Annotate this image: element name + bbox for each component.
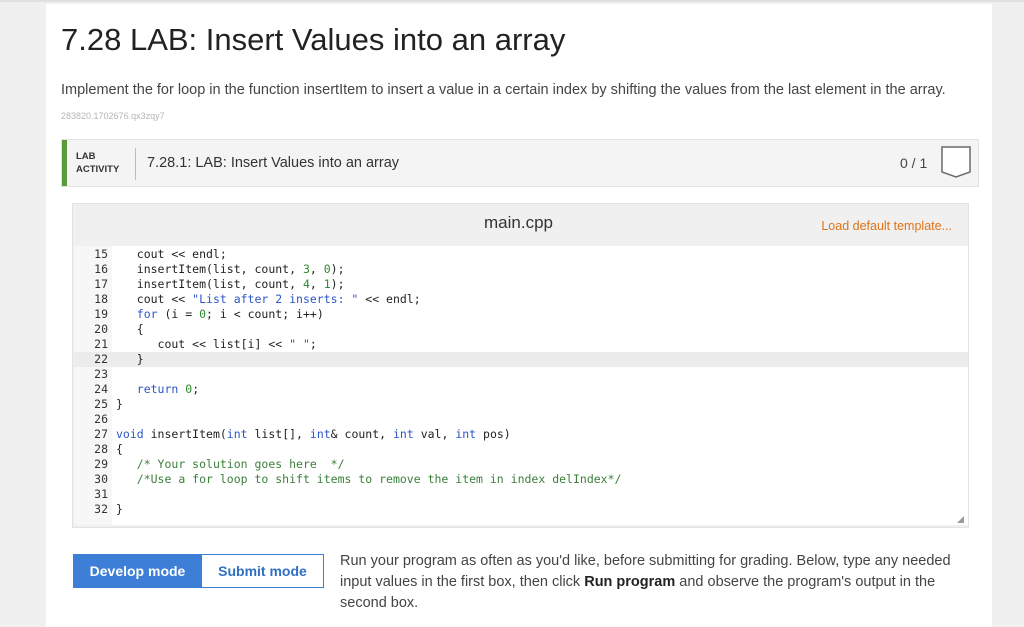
- line-number: 25: [94, 397, 108, 411]
- line-number: 32: [94, 502, 108, 516]
- lab-separator: [135, 148, 136, 180]
- code-text[interactable]: return 0;: [116, 382, 199, 397]
- lab-description: Implement the for loop in the function i…: [61, 82, 946, 98]
- line-number: 23: [94, 367, 108, 381]
- line-number: 28: [94, 442, 108, 456]
- line-number: 22: [94, 352, 108, 366]
- load-default-template-link[interactable]: Load default template...: [821, 219, 952, 233]
- code-line[interactable]: 18 cout << "List after 2 inserts: " << e…: [74, 292, 968, 307]
- code-line[interactable]: 23: [74, 367, 968, 382]
- code-line[interactable]: 20 {: [74, 322, 968, 337]
- line-number: 16: [94, 262, 108, 276]
- code-line[interactable]: 22 }: [74, 352, 968, 367]
- page-title: 7.28 LAB: Insert Values into an array: [61, 22, 566, 57]
- code-text[interactable]: }: [116, 352, 144, 367]
- code-text[interactable]: }: [116, 502, 123, 517]
- code-text[interactable]: /* Your solution goes here */: [116, 457, 345, 472]
- lab-activity-name: 7.28.1: LAB: Insert Values into an array: [147, 155, 400, 171]
- run-instructions: Run your program as often as you'd like,…: [340, 551, 970, 614]
- code-line[interactable]: 16 insertItem(list, count, 3, 0);: [74, 262, 968, 277]
- code-line[interactable]: 28 {: [74, 442, 968, 457]
- code-text[interactable]: /*Use a for loop to shift items to remov…: [116, 472, 622, 487]
- code-text[interactable]: {: [116, 442, 123, 457]
- completion-badge-icon: [941, 146, 971, 178]
- code-text[interactable]: cout << endl;: [116, 247, 227, 262]
- develop-mode-button[interactable]: Develop mode: [73, 554, 202, 588]
- instructions-run-program: Run program: [584, 574, 676, 590]
- code-text[interactable]: {: [116, 322, 144, 337]
- lab-accent-bar: [62, 140, 67, 186]
- code-text[interactable]: insertItem(list, count, 4, 1);: [116, 277, 345, 292]
- code-text[interactable]: }: [116, 397, 123, 412]
- line-number: 29: [94, 457, 108, 471]
- code-line[interactable]: 21 cout << list[i] << " ";: [74, 337, 968, 352]
- line-number: 20: [94, 322, 108, 336]
- line-number: 17: [94, 277, 108, 291]
- code-line[interactable]: 32}: [74, 502, 968, 517]
- code-editor[interactable]: 15 cout << endl; 16 insertItem(list, coun…: [74, 246, 968, 525]
- lab-tag-line2: ACTIVITY: [76, 164, 120, 175]
- line-number: 24: [94, 382, 108, 396]
- code-line[interactable]: 26: [74, 412, 968, 427]
- code-line[interactable]: 31: [74, 487, 968, 502]
- code-text[interactable]: cout << "List after 2 inserts: " << endl…: [116, 292, 421, 307]
- line-number: 18: [94, 292, 108, 306]
- line-number: 26: [94, 412, 108, 426]
- submit-mode-button[interactable]: Submit mode: [201, 554, 324, 588]
- lab-activity-header: LAB ACTIVITY 7.28.1: LAB: Insert Values …: [61, 139, 979, 187]
- code-line[interactable]: 17 insertItem(list, count, 4, 1);: [74, 277, 968, 292]
- line-number: 31: [94, 487, 108, 501]
- code-text[interactable]: insertItem(list, count, 3, 0);: [116, 262, 345, 277]
- code-line[interactable]: 30 /*Use a for loop to shift items to re…: [74, 472, 968, 487]
- code-text[interactable]: cout << list[i] << " ";: [116, 337, 317, 352]
- code-text[interactable]: void insertItem(int list[], int& count, …: [116, 427, 511, 442]
- code-text[interactable]: for (i = 0; i < count; i++): [116, 307, 324, 322]
- lab-activity-tag: LAB ACTIVITY: [76, 150, 119, 176]
- code-line[interactable]: 19 for (i = 0; i < count; i++): [74, 307, 968, 322]
- editor-filename: main.cpp: [484, 213, 553, 232]
- line-number: 19: [94, 307, 108, 321]
- line-number: 21: [94, 337, 108, 351]
- code-editor-panel: main.cpp Load default template... 15 cou…: [72, 203, 969, 528]
- line-number: 27: [94, 427, 108, 441]
- code-line[interactable]: 15 cout << endl;: [74, 247, 968, 262]
- lab-tag-line1: LAB: [76, 151, 96, 162]
- hash-id: 283820.1702676.qx3zqy7: [61, 111, 165, 121]
- top-divider: [0, 0, 1024, 2]
- resize-handle-icon[interactable]: [957, 516, 964, 523]
- code-line[interactable]: 25}: [74, 397, 968, 412]
- lab-score: 0 / 1: [900, 155, 928, 171]
- code-line[interactable]: 24 return 0;: [74, 382, 968, 397]
- code-line[interactable]: 29 /* Your solution goes here */: [74, 457, 968, 472]
- line-number: 30: [94, 472, 108, 486]
- line-number: 15: [94, 247, 108, 261]
- code-line[interactable]: 27 void insertItem(int list[], int& count…: [74, 427, 968, 442]
